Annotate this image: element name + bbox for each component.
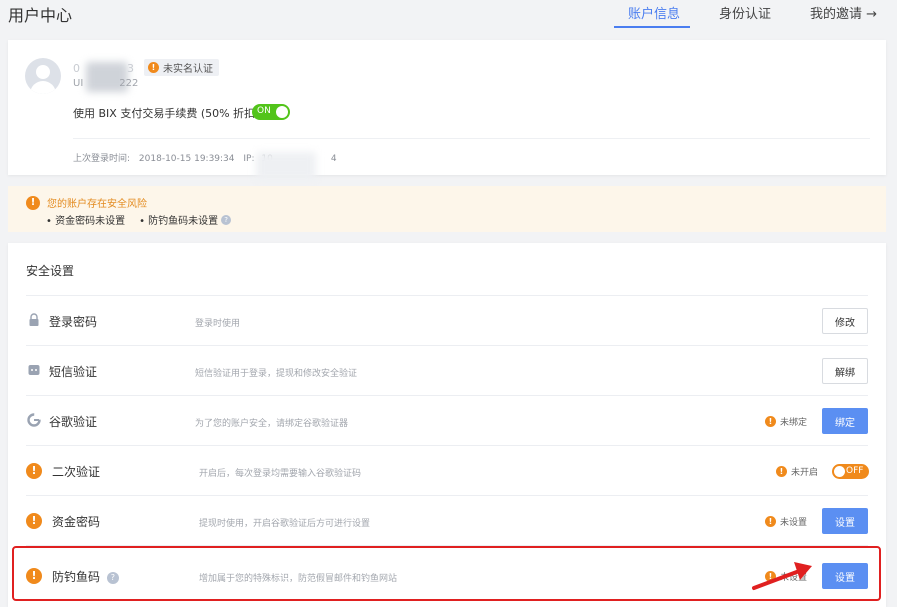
alert-title: ! 您的账户存在安全风险 — [26, 195, 147, 210]
warning-icon: ! — [765, 416, 776, 427]
row-description: 为了您的账户安全，请绑定谷歌验证器 — [195, 419, 349, 429]
bix-fee-toggle[interactable]: ON — [252, 104, 290, 120]
row-description: 短信验证用于登录，提现和修改安全验证 — [195, 369, 358, 379]
active-tab-indicator — [614, 26, 690, 28]
alert-item-anti-phishing: • 防钓鱼码未设置 — [139, 216, 219, 227]
warning-icon: ! — [148, 62, 159, 73]
row-label: 短信验证 — [49, 365, 98, 379]
status-not-set: ! 未设置 — [765, 515, 807, 528]
google-icon — [27, 413, 41, 427]
warning-icon: ! — [765, 516, 776, 527]
alert-item-fund-password: • 资金密码未设置 — [46, 216, 126, 227]
warning-icon: ! — [26, 195, 40, 210]
bix-fee-label: 使用 BIX 支付交易手续费 (50% 折扣) — [73, 107, 260, 120]
tab-account-info[interactable]: 账户信息 — [628, 3, 680, 22]
set-fund-password-button[interactable]: 设置 — [822, 508, 868, 534]
security-row-two-step: ! 二次验证 开启后，每次登录均需要输入谷歌验证码 ! 未开启 OFF — [26, 445, 869, 495]
status-not-enabled: ! 未开启 — [776, 465, 818, 478]
security-row-fund-password: ! 资金密码 提现时使用，开启谷歌验证后方可进行设置 ! 未设置 设置 — [26, 495, 868, 545]
unbind-sms-button[interactable]: 解绑 — [822, 358, 868, 384]
security-risk-alert: ! 您的账户存在安全风险 • 资金密码未设置 • 防钓鱼码未设置 ? — [8, 186, 886, 232]
help-icon[interactable]: ? — [221, 214, 232, 225]
redacted-ip-blur — [256, 152, 316, 180]
warning-icon: ! — [776, 466, 787, 477]
security-row-google-auth: 谷歌验证 为了您的账户安全，请绑定谷歌验证器 ! 未绑定 绑定 — [26, 395, 868, 445]
alert-items: • 资金密码未设置 • 防钓鱼码未设置 ? — [46, 212, 232, 227]
section-title: 安全设置 — [26, 264, 75, 278]
row-description: 登录时使用 — [195, 319, 241, 329]
identity-unverified-badge[interactable]: ! 未实名认证 — [144, 59, 219, 76]
account-uid: UI 222 — [73, 78, 139, 89]
row-label: 谷歌验证 — [49, 415, 98, 429]
tab-my-invitations[interactable]: 我的邀请 → — [810, 3, 877, 22]
page-title: 用户中心 — [8, 6, 73, 25]
divider — [73, 138, 870, 139]
bind-google-auth-button[interactable]: 绑定 — [822, 408, 868, 434]
row-description: 开启后，每次登录均需要输入谷歌验证码 — [199, 469, 362, 479]
row-label: 登录密码 — [49, 315, 98, 329]
warning-icon: ! — [26, 513, 42, 529]
row-description: 提现时使用，开启谷歌验证后方可进行设置 — [199, 519, 371, 529]
annotation-arrow-icon — [752, 562, 812, 590]
row-label: 二次验证 — [52, 465, 101, 479]
modify-login-password-button[interactable]: 修改 — [822, 308, 868, 334]
toggle-knob — [276, 106, 288, 118]
tab-identity-verification[interactable]: 身份认证 — [719, 3, 771, 22]
top-bar: 用户中心 账户信息 身份认证 我的邀请 → — [0, 0, 897, 30]
lock-icon — [29, 313, 39, 326]
avatar[interactable] — [25, 58, 61, 94]
row-label: 资金密码 — [52, 515, 101, 529]
profile-card: 0 3 UI 222 ! 未实名认证 使用 BIX 支付交易手续费 (50% 折扣… — [8, 40, 886, 180]
security-row-sms: 短信验证 短信验证用于登录，提现和修改安全验证 解绑 — [26, 345, 868, 395]
warning-icon: ! — [26, 463, 42, 479]
security-row-login-password: 登录密码 登录时使用 修改 — [26, 295, 868, 345]
toggle-knob — [834, 466, 845, 477]
status-unbound: ! 未绑定 — [765, 415, 807, 428]
message-icon — [28, 365, 40, 375]
two-step-toggle[interactable]: OFF — [832, 464, 869, 479]
